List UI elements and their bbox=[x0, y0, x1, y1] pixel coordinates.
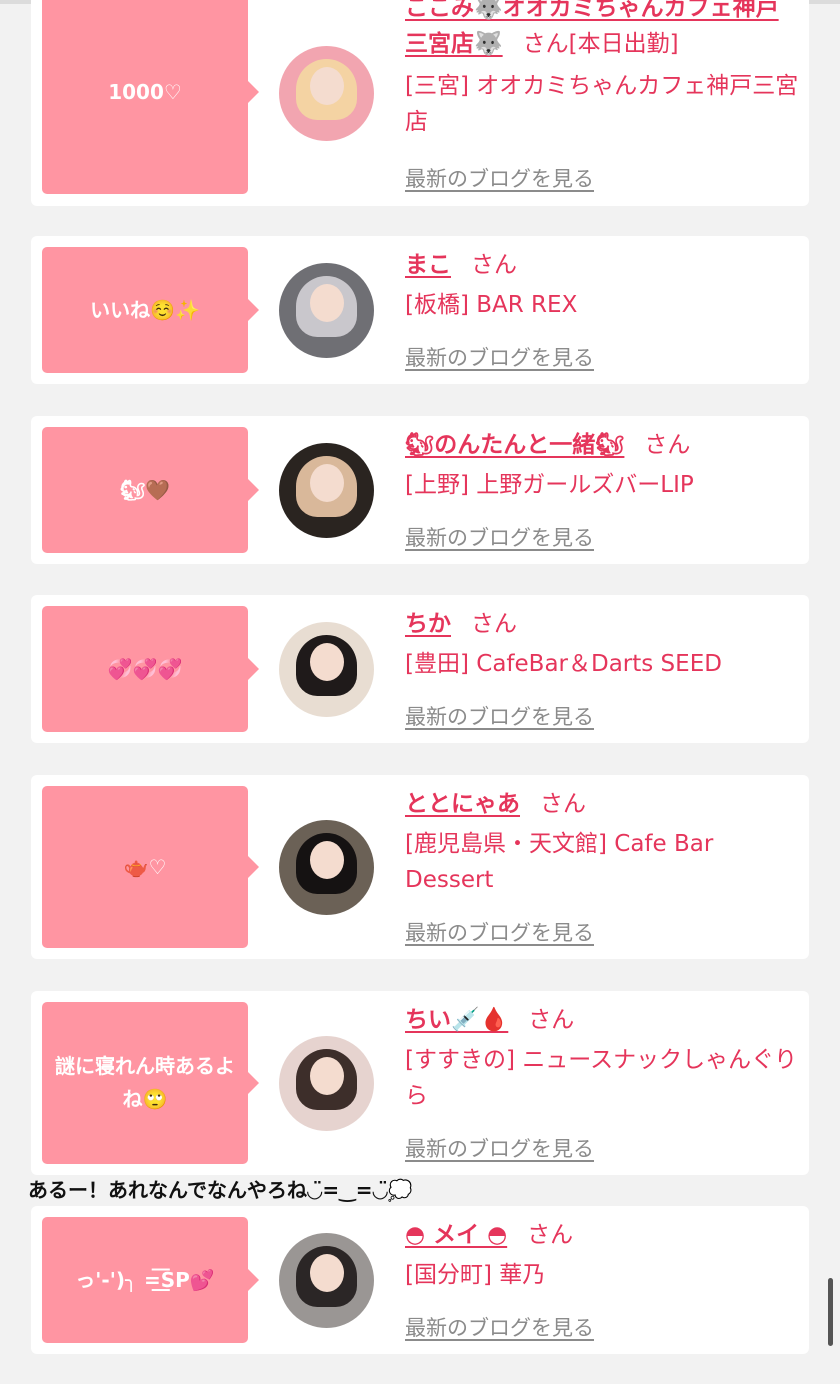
latest-blog-link[interactable]: 最新のブログを見る bbox=[405, 522, 594, 552]
avatar[interactable] bbox=[279, 263, 374, 358]
comment-bubble-text: いいね☺️✨ bbox=[90, 297, 200, 322]
list-item: 1000♡ ここみ🐺オオカミちゃんカフェ神戸三宮店🐺 さん[本日出勤] [三宮] … bbox=[31, 0, 809, 206]
avatar[interactable] bbox=[279, 622, 374, 717]
cast-info: ちい💉🩸 さん [すすきの] ニュースナックしゃんぐりら bbox=[405, 1002, 799, 1114]
name-line: ととにゃあ さん bbox=[405, 786, 799, 822]
avatar[interactable] bbox=[279, 820, 374, 915]
honorific: さん bbox=[527, 1222, 574, 1248]
list-item: っ'-')╮ =͟͟͞͞SP💕 ◓ メイ ◓ さん [国分町] 華乃 最新のブログ… bbox=[31, 1206, 809, 1354]
avatar[interactable] bbox=[279, 1036, 374, 1131]
comment-bubble-text: 💞💞💞 bbox=[107, 656, 183, 681]
shop-name: [すすきの] ニュースナックしゃんぐりら bbox=[405, 1047, 798, 1109]
comment-bubble: 💞💞💞 bbox=[42, 606, 259, 732]
avatar-face bbox=[309, 66, 344, 105]
list-item: 🫖♡ ととにゃあ さん [鹿児島県・天文館] Cafe Bar Dessert 最… bbox=[31, 775, 809, 959]
name-line: ちい💉🩸 さん bbox=[405, 1002, 799, 1038]
cast-info: まこ さん [板橋] BAR REX bbox=[405, 247, 799, 323]
honorific: さん bbox=[471, 611, 517, 637]
cast-name-link[interactable]: まこ bbox=[405, 252, 451, 278]
cast-info: ちか さん [豊田] CafeBar＆Darts SEED bbox=[405, 606, 799, 682]
comment-bubble: いいね☺️✨ bbox=[42, 247, 259, 373]
shop-name: [国分町] 華乃 bbox=[405, 1262, 546, 1288]
latest-blog-link[interactable]: 最新のブログを見る bbox=[405, 917, 594, 947]
cast-name-link[interactable]: ちい💉🩸 bbox=[405, 1007, 508, 1033]
name-line: ちか さん bbox=[405, 606, 799, 642]
avatar-face bbox=[309, 283, 344, 322]
avatar[interactable] bbox=[279, 1233, 374, 1328]
honorific: さん bbox=[528, 1007, 575, 1033]
comment-bubble: 🫖♡ bbox=[42, 786, 259, 948]
avatar-face bbox=[309, 642, 344, 681]
comment-bubble-text: 1000♡ bbox=[108, 79, 182, 104]
latest-blog-link[interactable]: 最新のブログを見る bbox=[405, 163, 594, 193]
cast-name-link[interactable]: ◓ メイ ◓ bbox=[405, 1222, 507, 1248]
latest-blog-link[interactable]: 最新のブログを見る bbox=[405, 1312, 594, 1342]
latest-blog-link[interactable]: 最新のブログを見る bbox=[405, 342, 594, 372]
list-item: 🐿🤎 🐿のんたんと一緒🐿 さん [上野] 上野ガールズバーLIP 最新のブログを見… bbox=[31, 416, 809, 564]
shop-name: [三宮] オオカミちゃんカフェ神戸三宮店 bbox=[405, 73, 799, 135]
name-line: ◓ メイ ◓ さん bbox=[405, 1217, 799, 1253]
cast-name-link[interactable]: ととにゃあ bbox=[405, 791, 520, 817]
list-item: 💞💞💞 ちか さん [豊田] CafeBar＆Darts SEED 最新のブログを… bbox=[31, 595, 809, 743]
cast-name-link[interactable]: ちか bbox=[405, 611, 451, 637]
comment-bubble-text: 謎に寝れん時あるよね🙄 bbox=[55, 1054, 235, 1111]
avatar[interactable] bbox=[279, 46, 374, 141]
comment-bubble: 1000♡ bbox=[42, 0, 259, 194]
name-line: ここみ🐺オオカミちゃんカフェ神戸三宮店🐺 さん[本日出勤] bbox=[405, 0, 799, 62]
name-line: 🐿のんたんと一緒🐿 さん bbox=[405, 427, 799, 463]
avatar-face bbox=[309, 1056, 344, 1095]
honorific: さん bbox=[471, 252, 517, 278]
latest-blog-link[interactable]: 最新のブログを見る bbox=[405, 1133, 594, 1163]
avatar-face bbox=[309, 463, 344, 502]
shop-name: [板橋] BAR REX bbox=[405, 292, 578, 318]
list-item: いいね☺️✨ まこ さん [板橋] BAR REX 最新のブログを見る bbox=[31, 236, 809, 384]
honorific: さん bbox=[644, 432, 691, 458]
comment-bubble: 謎に寝れん時あるよね🙄 bbox=[42, 1002, 259, 1164]
list-item: 謎に寝れん時あるよね🙄 ちい💉🩸 さん [すすきの] ニュースナックしゃんぐりら … bbox=[31, 991, 809, 1175]
cast-info: ここみ🐺オオカミちゃんカフェ神戸三宮店🐺 さん[本日出勤] [三宮] オオカミちゃ… bbox=[405, 0, 799, 140]
avatar-face bbox=[309, 1253, 344, 1292]
comment-bubble: 🐿🤎 bbox=[42, 427, 259, 553]
comment-bubble-text: 🐿🤎 bbox=[119, 477, 171, 502]
avatar-face bbox=[309, 840, 344, 879]
shop-name: [豊田] CafeBar＆Darts SEED bbox=[405, 651, 722, 677]
shop-name: [上野] 上野ガールズバーLIP bbox=[405, 472, 694, 498]
shop-name: [鹿児島県・天文館] Cafe Bar Dessert bbox=[405, 831, 714, 893]
comment-bubble-text: 🫖♡ bbox=[123, 854, 167, 879]
honorific: さん bbox=[540, 791, 586, 817]
avatar[interactable] bbox=[279, 443, 374, 538]
work-status: [本日出勤] bbox=[568, 31, 679, 57]
scrollbar[interactable] bbox=[828, 1278, 833, 1346]
floating-comment: あるー！あれなんでなんやろね◡̈=‿=◡̈💭 bbox=[28, 1178, 413, 1202]
cast-name-link[interactable]: 🐿のんたんと一緒🐿 bbox=[405, 432, 624, 458]
honorific: さん bbox=[522, 31, 569, 57]
comment-bubble: っ'-')╮ =͟͟͞͞SP💕 bbox=[42, 1217, 259, 1343]
cast-info: 🐿のんたんと一緒🐿 さん [上野] 上野ガールズバーLIP bbox=[405, 427, 799, 503]
name-line: まこ さん bbox=[405, 247, 799, 283]
cast-info: ◓ メイ ◓ さん [国分町] 華乃 bbox=[405, 1217, 799, 1293]
cast-info: ととにゃあ さん [鹿児島県・天文館] Cafe Bar Dessert bbox=[405, 786, 799, 898]
latest-blog-link[interactable]: 最新のブログを見る bbox=[405, 701, 594, 731]
comment-bubble-text: っ'-')╮ =͟͟͞͞SP💕 bbox=[75, 1267, 215, 1292]
